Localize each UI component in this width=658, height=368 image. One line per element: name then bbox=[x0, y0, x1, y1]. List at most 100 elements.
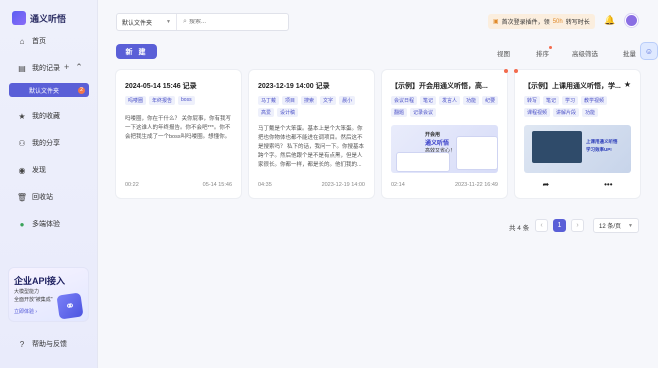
tag[interactable]: 纪要 bbox=[482, 96, 499, 105]
folder-select[interactable]: 默认文件夹 ▼ bbox=[117, 14, 177, 30]
records-icon: ▤ bbox=[18, 63, 26, 73]
unread-dot bbox=[504, 69, 508, 73]
tag[interactable]: 教学视频 bbox=[581, 96, 608, 105]
collapse-icon[interactable]: ⌃ bbox=[75, 62, 83, 73]
bell-icon[interactable]: 🔔 bbox=[604, 15, 615, 26]
card-tags: 转写 笔记 学习 教学视频 课程视频 讲解片段 功能 bbox=[524, 96, 632, 117]
tag[interactable]: 转写 bbox=[524, 96, 541, 105]
sidebar-item-trash[interactable]: 🗑 回收站 bbox=[0, 189, 98, 205]
home-icon: ⌂ bbox=[19, 36, 25, 46]
card-date: 2023-12-19 14:00 bbox=[321, 182, 365, 188]
prev-page-button[interactable]: ‹ bbox=[535, 219, 548, 232]
tag[interactable]: 记录会议 bbox=[410, 108, 437, 117]
card-duration: 00:22 bbox=[125, 182, 139, 188]
view-button[interactable]: 视图 bbox=[497, 48, 510, 58]
favorite-star-icon[interactable]: ★ bbox=[624, 80, 631, 89]
chevron-down-icon: ▼ bbox=[628, 222, 633, 229]
promo-link[interactable]: 立即体验 › bbox=[14, 308, 37, 315]
thumb-text-2: 学习效率UP! bbox=[586, 147, 612, 152]
multi-device-icon: ● bbox=[19, 219, 25, 229]
app-logo[interactable]: 通义听悟 bbox=[12, 11, 66, 25]
chevron-down-icon: ▼ bbox=[166, 19, 171, 25]
thumb-text-1: 上课用通义听悟 bbox=[586, 139, 618, 144]
batch-button[interactable]: 批量 bbox=[623, 48, 636, 58]
help-label: 帮助与反馈 bbox=[32, 341, 67, 348]
more-icon[interactable]: ••• bbox=[604, 180, 612, 189]
tag[interactable]: boss bbox=[178, 96, 195, 105]
sidebar-item-shares[interactable]: ⚇ 我的分享 bbox=[0, 135, 98, 151]
tag[interactable]: 晨小 bbox=[339, 96, 356, 105]
top-bar: 默认文件夹 ▼ ⌕ ▣ 首次登录插件，领 50h 转写时长 🔔 bbox=[98, 0, 658, 40]
card-title: 【示例】上课用通义听悟，学... bbox=[524, 83, 621, 90]
tag[interactable]: 项目 bbox=[282, 96, 299, 105]
help-feedback[interactable]: ? 帮助与反馈 bbox=[18, 339, 67, 349]
search-input[interactable] bbox=[177, 19, 288, 25]
tag[interactable]: 搜索 bbox=[301, 96, 318, 105]
api-promo-card[interactable]: 企业API接入 大模型能力 全面开放"被集成" 立即体验 › ⚭ bbox=[8, 267, 89, 322]
help-icon: ? bbox=[19, 339, 25, 349]
tag[interactable]: 功能 bbox=[463, 96, 480, 105]
tag[interactable]: 年终报告 bbox=[149, 96, 176, 105]
sort-button[interactable]: 排序 bbox=[536, 48, 549, 58]
tag[interactable]: 会议日程 bbox=[391, 96, 418, 105]
tag[interactable]: 课程视频 bbox=[524, 108, 551, 117]
sidebar-item-multi-device[interactable]: ● 多端体验 bbox=[0, 216, 98, 232]
logo-icon bbox=[12, 11, 26, 25]
search-icon: ⌕ bbox=[183, 18, 187, 25]
card-footer: 02:14 2023-11-22 16:49 bbox=[391, 182, 498, 188]
share-icon: ⚇ bbox=[18, 138, 26, 148]
per-page-select[interactable]: 12 条/页 ▼ bbox=[593, 218, 639, 233]
filter-label: 高级筛选 bbox=[572, 51, 598, 58]
tag[interactable]: 高爱 bbox=[258, 108, 275, 117]
thumb-panel bbox=[457, 137, 497, 169]
banner-prefix: 首次登录插件，领 bbox=[501, 20, 550, 26]
card-date: 2023-11-22 16:49 bbox=[454, 182, 498, 188]
promo-line-2: 全面开放"被集成" bbox=[14, 297, 53, 303]
next-page-button[interactable]: › bbox=[571, 219, 584, 232]
tag[interactable]: 功能 bbox=[582, 108, 599, 117]
card-tags: 吗喽圈 年终报告 boss bbox=[125, 96, 233, 105]
filter-button[interactable]: 高级筛选 bbox=[572, 48, 598, 58]
sidebar-item-label: 我的记录 bbox=[32, 65, 60, 72]
sidebar-item-favorites[interactable]: ★ 我的收藏 bbox=[0, 108, 98, 124]
avatar[interactable] bbox=[625, 14, 638, 27]
share-icon[interactable]: ➦ bbox=[542, 180, 549, 189]
banner-suffix: 转写时长 bbox=[565, 20, 590, 26]
record-card[interactable]: 【示例】开会用通义听悟，高... 会议日程 笔记 发言人 功能 纪要 翻题 记录… bbox=[382, 69, 508, 198]
page-button-current[interactable]: 1 bbox=[553, 219, 566, 232]
tag[interactable]: 笔记 bbox=[543, 96, 560, 105]
record-card[interactable]: 2024-05-14 15:46 记录 吗喽圈 年终报告 boss 吗喽圈，你在… bbox=[116, 70, 241, 198]
card-title: 【示例】开会用通义听悟，高... bbox=[391, 83, 488, 90]
tag[interactable]: 学习 bbox=[562, 96, 579, 105]
plugin-promo-banner[interactable]: ▣ 首次登录插件，领 50h 转写时长 bbox=[488, 14, 595, 29]
banner-highlight: 50h bbox=[552, 18, 563, 25]
sidebar-item-label: 我的收藏 bbox=[32, 113, 60, 120]
tag[interactable]: 翻题 bbox=[391, 108, 408, 117]
sidebar-item-default-folder[interactable]: 默认文件夹 2 bbox=[9, 83, 89, 97]
view-label: 视图 bbox=[497, 51, 510, 58]
card-title: 2024-05-14 15:46 记录 bbox=[125, 83, 197, 90]
sort-label: 排序 bbox=[536, 51, 549, 58]
search-bar: 默认文件夹 ▼ ⌕ bbox=[116, 13, 289, 31]
sidebar-item-label: 发现 bbox=[32, 167, 46, 174]
tag[interactable]: 马丁戴 bbox=[258, 96, 280, 105]
card-duration: 04:35 bbox=[258, 182, 272, 188]
tag[interactable]: 文字 bbox=[320, 96, 337, 105]
tag[interactable]: 吗喽圈 bbox=[125, 96, 147, 105]
new-button[interactable]: 新 建 bbox=[116, 44, 157, 59]
tag[interactable]: 设计稿 bbox=[277, 108, 299, 117]
record-card[interactable]: 2023-12-19 14:00 记录 马丁戴 项目 搜索 文字 晨小 高爱 设… bbox=[249, 70, 374, 198]
sidebar-item-discover[interactable]: ◉ 发现 bbox=[0, 162, 98, 178]
sidebar-item-home[interactable]: ⌂ 首页 bbox=[0, 33, 98, 49]
sidebar-sub-item-label: 默认文件夹 bbox=[29, 88, 60, 95]
card-description: 马丁戴是个大笨蛋。基本上是个大笨蛋。你把也你物体也都不能进在调项目。然后这不是搜… bbox=[258, 126, 365, 168]
sidebar-item-my-records[interactable]: ▤ 我的记录 bbox=[0, 60, 98, 76]
assistant-icon[interactable]: ☺ bbox=[640, 42, 658, 60]
tag[interactable]: 笔记 bbox=[420, 96, 437, 105]
tag[interactable]: 讲解片段 bbox=[553, 108, 580, 117]
tag[interactable]: 发言人 bbox=[439, 96, 461, 105]
batch-label: 批量 bbox=[623, 51, 636, 58]
record-card[interactable]: 【示例】上课用通义听悟，学... ★ 转写 笔记 学习 教学视频 课程视频 讲解… bbox=[514, 69, 640, 198]
sidebar-item-label: 首页 bbox=[32, 38, 46, 45]
add-folder-icon[interactable]: + bbox=[64, 62, 69, 73]
